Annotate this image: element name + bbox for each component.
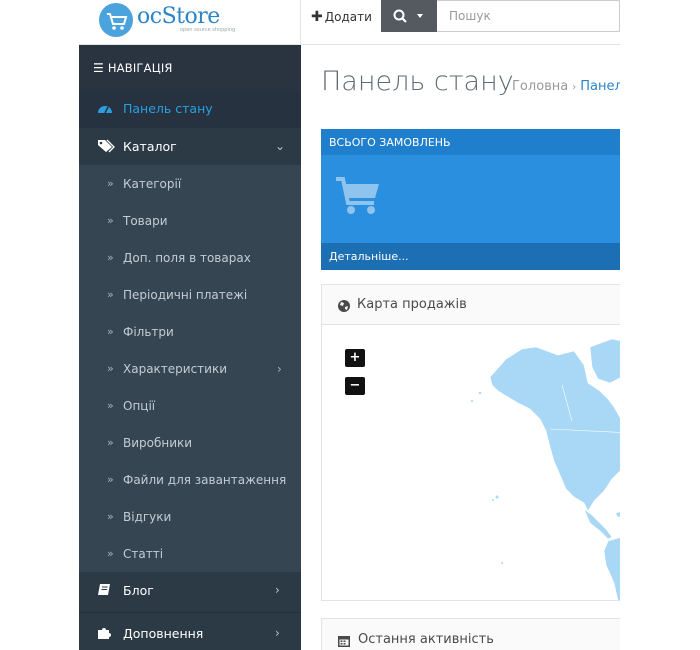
double-chevron-icon: » (107, 399, 114, 412)
submenu-item-categories[interactable]: » Категорії (79, 165, 301, 202)
recent-activity-panel: Остання активність (321, 618, 620, 650)
submenu-label: Опції (123, 399, 156, 413)
puzzle-icon (97, 626, 113, 643)
main-content: Панель стану Головна›Панель стану ВСЬОГО… (301, 45, 620, 650)
submenu-label: Статті (123, 547, 164, 561)
double-chevron-icon: » (107, 436, 114, 449)
sidebar-item-blog[interactable]: Блог › (79, 572, 301, 610)
submenu-label: Відгуки (123, 510, 172, 524)
breadcrumb-current[interactable]: Панель стану (580, 79, 620, 94)
breadcrumb: Головна ›Панель стану (512, 79, 620, 94)
double-chevron-icon: » (107, 362, 114, 375)
breadcrumb-home[interactable]: Головна (512, 79, 568, 94)
double-chevron-icon: » (107, 473, 114, 486)
sales-map-panel: Карта продажів + − (321, 284, 620, 601)
nav-header[interactable]: ☰ НАВІГАЦІЯ (79, 45, 301, 91)
search-input[interactable]: Пошук (437, 0, 620, 32)
search-icon (393, 9, 423, 23)
sidebar-item-label: Доповнення (123, 626, 204, 641)
double-chevron-icon: » (107, 325, 114, 338)
dashboard-icon (97, 101, 113, 118)
submenu-label: Фільтри (123, 325, 174, 339)
search-dropdown-button[interactable] (381, 0, 437, 32)
plus-icon: ✚ (311, 9, 323, 25)
submenu-item-recurring[interactable]: » Періодичні платежі (79, 276, 301, 313)
submenu-item-options[interactable]: » Опції (79, 387, 301, 424)
submenu-label: Періодичні платежі (123, 288, 248, 302)
submenu-item-reviews[interactable]: » Відгуки (79, 498, 301, 535)
sidebar-item-dashboard[interactable]: Панель стану (79, 91, 301, 128)
submenu-label: Категорії (123, 177, 182, 191)
store-logo[interactable]: ocStore open source shopping (79, 0, 301, 45)
menu-icon: ☰ (93, 61, 104, 75)
submenu-item-downloads[interactable]: » Файли для завантаження (79, 461, 301, 498)
sales-map-title: Карта продажів (357, 297, 467, 312)
double-chevron-icon: » (107, 547, 114, 560)
double-chevron-icon: » (107, 288, 114, 301)
submenu-label: Доп. поля в товарах (123, 251, 251, 265)
submenu-item-articles[interactable]: » Статті (79, 535, 301, 572)
book-icon (97, 583, 111, 600)
chevron-down-icon: ⌄ (275, 139, 286, 153)
submenu-label: Характеристики (123, 362, 228, 376)
tags-icon (97, 139, 115, 156)
sidebar-item-label: Блог (123, 583, 154, 598)
submenu-item-product-fields[interactable]: » Доп. поля в товарах (79, 239, 301, 276)
shopping-cart-icon (334, 176, 382, 220)
chevron-right-icon: › (277, 362, 282, 376)
calendar-icon (337, 633, 351, 650)
sidebar-item-extensions[interactable]: Доповнення › (79, 612, 301, 650)
submenu-label: Файли для завантаження (123, 473, 287, 487)
chevron-right-icon: › (275, 583, 280, 597)
sidebar-item-catalog[interactable]: Каталог ⌄ (79, 128, 301, 165)
logo-tagline: open source shopping (180, 27, 236, 33)
sales-map-header: Карта продажів (322, 285, 620, 325)
globe-icon (337, 298, 351, 317)
submenu-item-filters[interactable]: » Фільтри (79, 313, 301, 350)
logo-cart-icon (99, 3, 133, 37)
add-button-label: Додати (324, 10, 372, 24)
sidebar-item-label: Панель стану (123, 101, 213, 116)
page-title: Панель стану (321, 66, 514, 97)
sidebar-item-label: Каталог (123, 139, 177, 154)
tile-title: ВСЬОГО ЗАМОВЛЕНЬ (321, 129, 620, 155)
nav-title: НАВІГАЦІЯ (107, 61, 173, 75)
breadcrumb-separator-icon: › (572, 82, 577, 93)
tile-details-link[interactable]: Детальніше... (321, 243, 620, 270)
submenu-label: Товари (123, 214, 168, 228)
double-chevron-icon: » (107, 177, 114, 190)
double-chevron-icon: » (107, 214, 114, 227)
double-chevron-icon: » (107, 251, 114, 264)
chevron-right-icon: › (275, 626, 280, 640)
add-button[interactable]: ✚ Додати (311, 9, 372, 27)
total-orders-tile: ВСЬОГО ЗАМОВЛЕНЬ Детальніше... (321, 129, 620, 270)
search-placeholder: Пошук (449, 9, 491, 23)
submenu-item-products[interactable]: » Товари (79, 202, 301, 239)
top-header: ocStore open source shopping ✚ Додати Пош… (79, 0, 620, 45)
admin-app: ocStore open source shopping ✚ Додати Пош… (79, 0, 620, 650)
sidebar: ☰ НАВІГАЦІЯ Панель стану Каталог ⌄ » Кате… (79, 45, 301, 650)
submenu-item-attributes[interactable]: » Характеристики › (79, 350, 301, 387)
logo-text: ocStore (137, 4, 220, 29)
recent-activity-title: Остання активність (358, 632, 494, 647)
double-chevron-icon: » (107, 510, 114, 523)
submenu-label: Виробники (123, 436, 193, 450)
catalog-submenu: » Категорії » Товари » Доп. поля в товарах … (79, 165, 301, 572)
world-map[interactable] (322, 325, 620, 601)
submenu-item-manufacturers[interactable]: » Виробники (79, 424, 301, 461)
